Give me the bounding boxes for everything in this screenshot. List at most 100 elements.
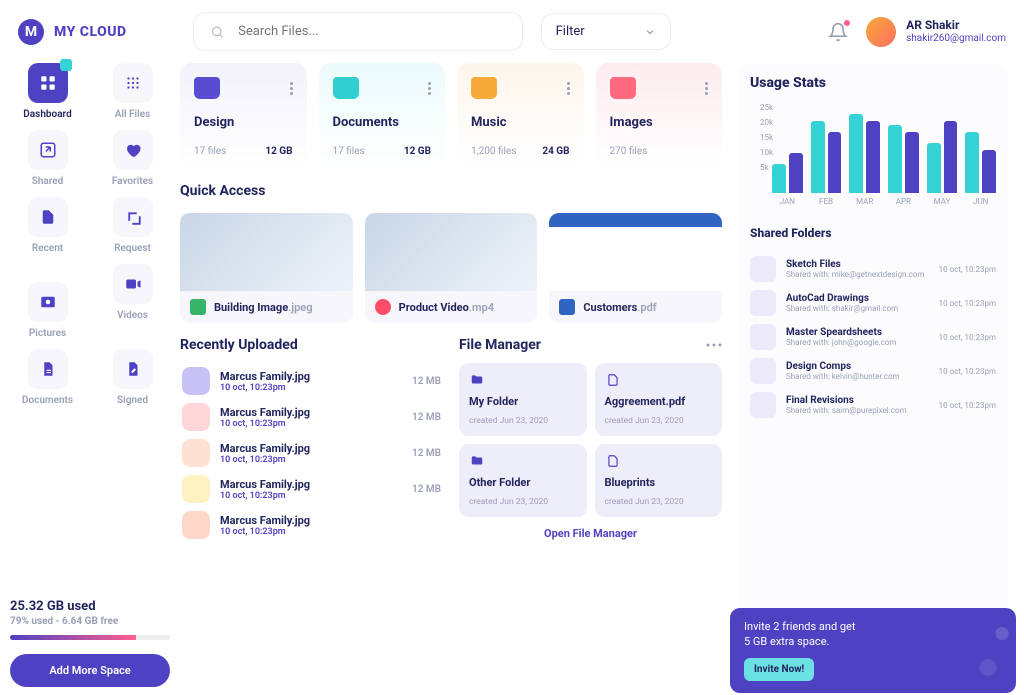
nav-favorites[interactable]: Favorites (95, 130, 170, 187)
nav-request[interactable]: Request (95, 197, 170, 254)
nav-label: All Files (115, 109, 151, 120)
brand-name: MY CLOUD (54, 24, 127, 40)
recent-item[interactable]: Marcus Family.jpg 10 oct, 10:23pm 12 MB (180, 435, 443, 471)
recent-item[interactable]: Marcus Family.jpg 10 oct, 10:23pm 12 MB (180, 399, 443, 435)
more-icon[interactable] (290, 82, 293, 95)
recent-file-date: 10 oct, 10:23pm (220, 455, 402, 465)
shared-folder-item[interactable]: Master Speardsheets Shared with: john@go… (750, 320, 996, 354)
more-icon[interactable] (706, 343, 722, 347)
shared-with: Shared with: saim@purepixel.com (786, 406, 929, 415)
shared-folders-title: Shared Folders (750, 226, 996, 240)
recent-file-date: 10 oct, 10:23pm (220, 419, 402, 429)
quick-access-card[interactable]: Building Image.jpeg (180, 213, 353, 323)
top-bar: M MY CLOUD Filter AR Shakir shakir260@gm… (0, 0, 1024, 63)
folder-card[interactable]: Documents 17 files 12 GB (319, 63, 446, 169)
nav-label: Request (114, 243, 151, 254)
nav-signed[interactable]: Signed (95, 349, 170, 406)
chart-column (811, 103, 842, 193)
recent-item[interactable]: Marcus Family.jpg 10 oct, 10:23pm (180, 507, 443, 543)
recent-title: Recently Uploaded (180, 337, 443, 353)
fm-item-name: Other Folder (469, 476, 577, 489)
file-icon (605, 373, 713, 387)
file-manager-title: File Manager (459, 337, 541, 353)
nav-label: Dashboard (23, 109, 71, 120)
file-manager-item[interactable]: Other Folder created Jun 23, 2020 (459, 444, 587, 517)
nav-recent[interactable]: Recent (10, 197, 85, 254)
nav-all-files[interactable]: All Files (95, 63, 170, 120)
user-name: AR Shakir (906, 19, 1006, 33)
chart-y-label: 20k (760, 118, 773, 127)
invite-button[interactable]: Invite Now! (744, 658, 814, 681)
recent-item[interactable]: Marcus Family.jpg 10 oct, 10:23pm 12 MB (180, 363, 443, 399)
request-icon (124, 208, 142, 226)
file-manager-item[interactable]: My Folder created Jun 23, 2020 (459, 363, 587, 436)
chart-x-label: MAR (849, 197, 880, 206)
pictures-icon (39, 293, 57, 311)
fm-item-date: created Jun 23, 2020 (605, 416, 713, 426)
file-manager-item[interactable]: Blueprints created Jun 23, 2020 (595, 444, 723, 517)
nav-shared[interactable]: Shared (10, 130, 85, 187)
recent-file-date: 10 oct, 10:23pm (220, 491, 402, 501)
shared-with: Shared with: kelvin@hunter.com (786, 372, 929, 381)
shared-folder-name: Sketch Files (786, 259, 929, 270)
shared-folder-item[interactable]: AutoCad Drawings Shared with: shakir@gma… (750, 286, 996, 320)
fm-item-date: created Jun 23, 2020 (469, 416, 577, 426)
folder-icon (750, 290, 776, 316)
filter-select[interactable]: Filter (541, 13, 671, 50)
right-panel: Usage Stats 25k20k15k10k5k JANFEBMAR (738, 63, 1008, 687)
folder-icon (194, 77, 220, 99)
quick-access: Building Image.jpeg Product Video.mp4 Cu… (180, 213, 722, 323)
chart-column (927, 103, 958, 193)
file-manager-item[interactable]: Aggreement.pdf created Jun 23, 2020 (595, 363, 723, 436)
nav-label: Videos (117, 310, 148, 321)
search-input[interactable] (236, 23, 505, 40)
chart-bar (811, 121, 825, 193)
folder-card[interactable]: Music 1,200 files 24 GB (457, 63, 584, 169)
fm-item-name: Aggreement.pdf (605, 395, 713, 408)
folder-icon (750, 256, 776, 282)
folder-name: Design (194, 115, 293, 130)
shared-folder-item[interactable]: Final Revisions Shared with: saim@purepi… (750, 388, 996, 422)
user-menu[interactable]: AR Shakir shakir260@gmail.com (866, 17, 1006, 47)
quick-access-title: Quick Access (180, 183, 722, 199)
folder-icon (750, 392, 776, 418)
recent-file-name: Marcus Family.jpg (220, 514, 431, 527)
nav-dashboard[interactable]: Dashboard (10, 63, 85, 120)
chart-bar (849, 114, 863, 193)
folder-file-count: 1,200 files (471, 146, 516, 157)
quick-access-card[interactable]: Customers.pdf (549, 213, 722, 323)
more-icon[interactable] (705, 82, 708, 95)
dashboard-icon (39, 74, 57, 92)
notification-dot (844, 20, 850, 26)
folder-icon (750, 324, 776, 350)
folder-card[interactable]: Images 270 files (596, 63, 723, 169)
nav-videos[interactable]: Videos (95, 264, 170, 339)
quick-access-card[interactable]: Product Video.mp4 (365, 213, 538, 323)
open-file-manager-link[interactable]: Open File Manager (459, 527, 722, 540)
spreadsheet-icon (559, 299, 575, 315)
folder-card[interactable]: Design 17 files 12 GB (180, 63, 307, 169)
add-space-button[interactable]: Add More Space (10, 654, 170, 687)
recent-item[interactable]: Marcus Family.jpg 10 oct, 10:23pm 12 MB (180, 471, 443, 507)
shared-folder-item[interactable]: Sketch Files Shared with: mike@getnextde… (750, 252, 996, 286)
storage-detail: 79% used - 6.64 GB free (10, 616, 170, 627)
folder-icon (469, 373, 577, 387)
folder-cards: Design 17 files 12 GB Documents 17 files… (180, 63, 722, 169)
recent-icon (39, 208, 57, 226)
more-icon[interactable] (428, 82, 431, 95)
search-box[interactable] (193, 12, 523, 51)
more-icon[interactable] (567, 82, 570, 95)
shared-date: 10 oct, 10:23pm (939, 265, 996, 274)
notifications-button[interactable] (828, 22, 848, 42)
nav-documents[interactable]: Documents (10, 349, 85, 406)
quick-thumbnail (549, 213, 722, 291)
recent-file-size: 12 MB (412, 412, 441, 423)
nav-pictures[interactable]: Pictures (10, 282, 85, 339)
brand[interactable]: M MY CLOUD (18, 19, 127, 45)
recent-list: Marcus Family.jpg 10 oct, 10:23pm 12 MB … (180, 363, 443, 543)
shared-folder-item[interactable]: Design Comps Shared with: kelvin@hunter.… (750, 354, 996, 388)
folder-file-count: 17 files (333, 146, 365, 157)
folder-size: 24 GB (542, 146, 569, 157)
folder-size: 12 GB (265, 146, 292, 157)
shared-with: Shared with: mike@getnextdesign.com (786, 270, 929, 279)
